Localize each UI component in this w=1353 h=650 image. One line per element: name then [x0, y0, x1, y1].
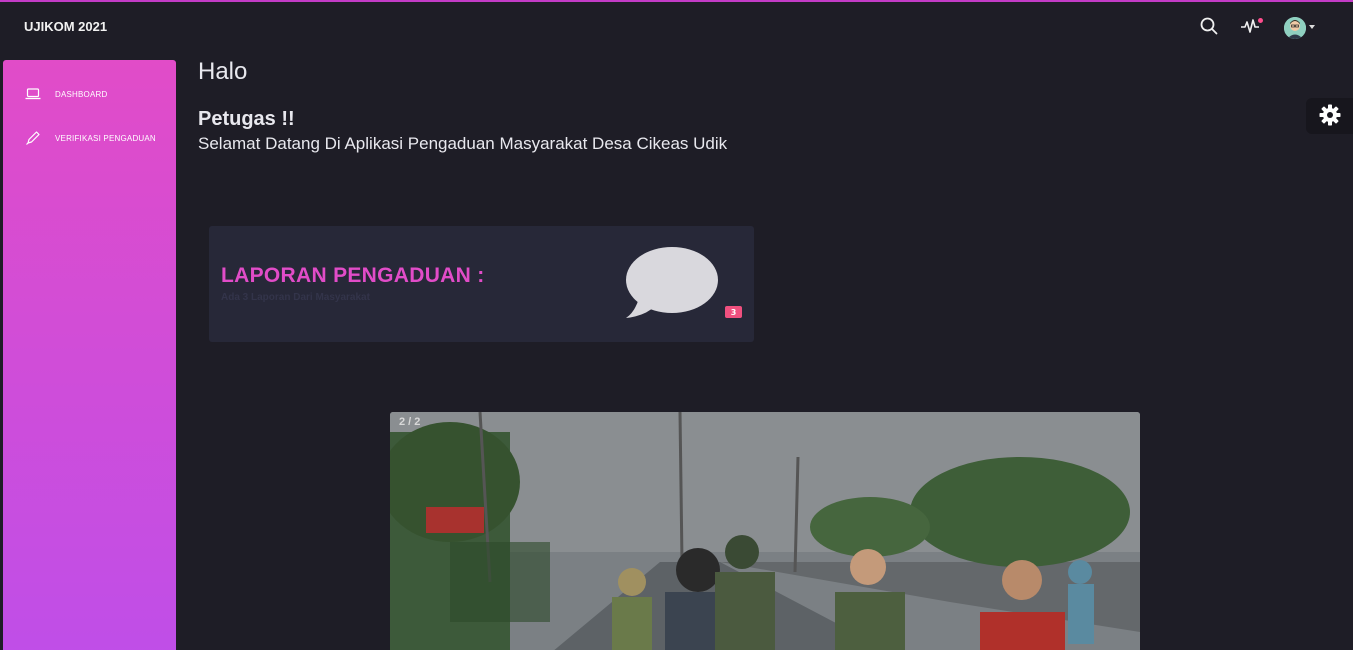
sidebar-item-dashboard[interactable]: DASHBOARD	[25, 86, 107, 102]
welcome-text: Selamat Datang Di Aplikasi Pengaduan Mas…	[198, 134, 728, 153]
image-carousel[interactable]: 2 / 2	[390, 412, 1140, 650]
settings-button[interactable]	[1306, 98, 1353, 134]
app-brand[interactable]: UJIKOM 2021	[24, 19, 107, 34]
top-navbar: UJIKOM 2021	[0, 0, 1353, 52]
report-subtitle: Ada 3 Laporan Dari Masyarakat	[221, 292, 370, 303]
carousel-photo	[390, 412, 1140, 650]
activity-icon[interactable]	[1240, 16, 1260, 36]
pencil-icon	[26, 131, 40, 145]
sidebar-item-label: DASHBOARD	[55, 89, 108, 99]
slide-counter: 2 / 2	[399, 416, 421, 428]
sidebar: DASHBOARD VERIFIKASI PENGADUAN	[3, 60, 176, 650]
laptop-icon	[25, 88, 41, 100]
chevron-down-icon[interactable]	[1309, 25, 1315, 29]
sidebar-item-verifikasi-pengaduan[interactable]: VERIFIKASI PENGADUAN	[25, 130, 156, 146]
report-title: LAPORAN PENGADUAN :	[221, 264, 485, 287]
notification-dot	[1258, 18, 1263, 23]
sidebar-item-label: VERIFIKASI PENGADUAN	[55, 133, 156, 143]
role-heading: Petugas !!	[198, 108, 295, 130]
greeting-heading: Halo	[198, 58, 248, 85]
report-card[interactable]: LAPORAN PENGADUAN : Ada 3 Laporan Dari M…	[209, 226, 754, 342]
search-icon[interactable]	[1199, 16, 1219, 36]
avatar[interactable]	[1284, 17, 1306, 39]
report-count-badge: 3	[725, 306, 742, 318]
gear-icon	[1319, 104, 1341, 126]
speech-bubble-icon	[626, 247, 718, 318]
